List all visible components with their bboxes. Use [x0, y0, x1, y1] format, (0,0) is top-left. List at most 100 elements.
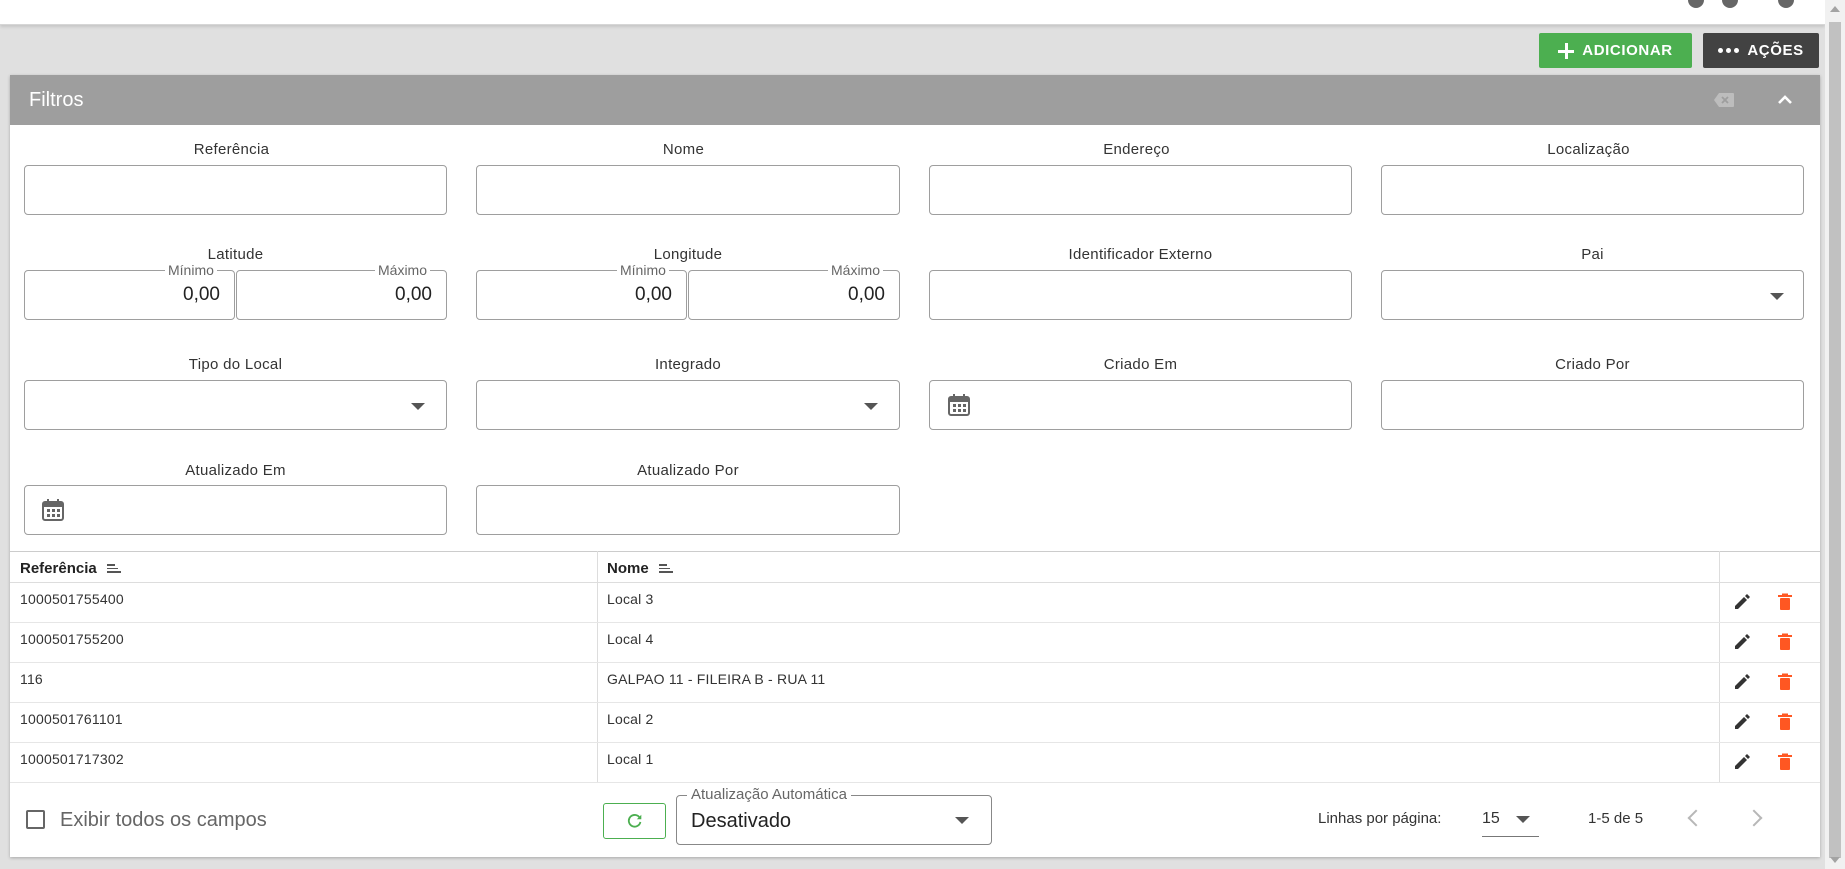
chevron-down-icon [955, 817, 969, 824]
auto-update-value: Desativado [691, 810, 792, 832]
edit-icon[interactable] [1733, 593, 1751, 611]
add-button-label: ADICIONAR [1582, 42, 1673, 59]
cell-referencia: 1000501755200 [20, 631, 124, 647]
latitude-min-legend: Mínimo [165, 262, 217, 278]
localizacao-input[interactable] [1381, 165, 1804, 215]
longitude-min-legend: Mínimo [617, 262, 669, 278]
latitude-max-value: 0,00 [395, 284, 432, 305]
edit-icon[interactable] [1733, 713, 1751, 731]
latitude-label: Latitude [207, 246, 264, 263]
criado-em-input[interactable] [929, 380, 1352, 430]
cell-referencia: 116 [20, 671, 43, 687]
latitude-min-input[interactable]: Mínimo 0,00 [24, 262, 235, 320]
latitude-min-value: 0,00 [183, 284, 220, 305]
trash-icon[interactable] [1776, 673, 1794, 691]
sort-icon[interactable] [106, 564, 121, 573]
scroll-down-icon[interactable] [1830, 857, 1840, 863]
atualizado-em-label: Atualizado Em [185, 462, 286, 479]
cell-nome: GALPAO 11 - FILEIRA B - RUA 11 [607, 671, 826, 687]
calendar-icon[interactable] [947, 393, 971, 417]
latitude-max-input[interactable]: Máximo 0,00 [236, 262, 447, 320]
chevron-down-icon [864, 403, 878, 410]
auto-update-select[interactable]: Atualização Automática Desativado [676, 786, 992, 845]
filters-title: Filtros [29, 89, 84, 111]
integrado-label: Integrado [654, 356, 722, 373]
cell-referencia: 1000501755400 [20, 591, 124, 607]
refresh-button[interactable] [603, 803, 666, 839]
edit-icon[interactable] [1733, 673, 1751, 691]
trash-icon[interactable] [1776, 633, 1794, 651]
clear-filters-icon[interactable] [1713, 92, 1735, 108]
calendar-icon[interactable] [41, 498, 65, 522]
chevron-up-icon[interactable] [1774, 89, 1796, 111]
cell-referencia: 1000501761101 [20, 711, 123, 727]
actions-button-label: AÇÕES [1747, 42, 1804, 59]
top-app-bar [0, 0, 1825, 25]
column-header-nome[interactable]: Nome [607, 560, 673, 577]
criado-por-input[interactable] [1381, 380, 1804, 430]
atualizado-por-label: Atualizado Por [637, 462, 739, 479]
edit-icon[interactable] [1733, 753, 1751, 771]
chevron-right-icon[interactable] [1745, 809, 1763, 827]
tipo-do-local-label: Tipo do Local [188, 356, 283, 373]
longitude-max-value: 0,00 [848, 284, 885, 305]
cell-nome: Local 3 [607, 591, 654, 607]
show-all-fields-checkbox[interactable] [26, 810, 45, 829]
endereco-input[interactable] [929, 165, 1352, 215]
help-icon[interactable] [1778, 0, 1794, 8]
chevron-down-icon [411, 403, 425, 410]
scrollbar[interactable] [1825, 0, 1845, 869]
trash-icon[interactable] [1776, 753, 1794, 771]
rows-per-page-label: Linhas por página: [1318, 810, 1442, 827]
pagination-range: 1-5 de 5 [1588, 810, 1644, 827]
criado-em-label: Criado Em [1103, 356, 1178, 373]
edit-icon[interactable] [1733, 633, 1751, 651]
table-row[interactable]: 1000501755400 Local 3 [10, 583, 1820, 623]
identificador-externo-input[interactable] [929, 270, 1352, 320]
trash-icon[interactable] [1776, 713, 1794, 731]
more-icon [1718, 48, 1740, 53]
refresh-icon [627, 814, 641, 828]
atualizado-por-input[interactable] [476, 485, 900, 535]
table-row[interactable]: 1000501761101 Local 2 [10, 703, 1820, 743]
sort-icon[interactable] [658, 564, 673, 573]
table-row[interactable]: 116 GALPAO 11 - FILEIRA B - RUA 11 [10, 663, 1820, 703]
rows-per-page-select[interactable]: 15 [1482, 803, 1539, 837]
plus-icon [1558, 42, 1575, 59]
longitude-min-input[interactable]: Mínimo 0,00 [476, 262, 687, 320]
localizacao-label: Localização [1547, 141, 1630, 158]
endereco-label: Endereço [1103, 141, 1170, 158]
integrado-select[interactable] [476, 380, 900, 430]
cell-referencia: 1000501717302 [20, 751, 124, 767]
nome-label: Nome [662, 141, 705, 158]
pai-label: Pai [1581, 246, 1604, 263]
table-row[interactable]: 1000501755200 Local 4 [10, 623, 1820, 663]
tipo-do-local-select[interactable] [24, 380, 447, 430]
scroll-up-icon[interactable] [1830, 6, 1840, 12]
longitude-label: Longitude [653, 246, 723, 263]
column-header-referencia[interactable]: Referência [20, 560, 121, 577]
auto-update-label: Atualização Automática [687, 786, 851, 803]
filters-card: Filtros Referência Nome Endereço Localiz… [10, 75, 1820, 857]
trash-icon[interactable] [1776, 593, 1794, 611]
add-button[interactable]: ADICIONAR [1539, 33, 1692, 68]
chevron-down-icon [1516, 816, 1530, 823]
chevron-left-icon[interactable] [1687, 809, 1705, 827]
notification-icon[interactable] [1688, 0, 1704, 8]
settings-icon[interactable] [1722, 0, 1738, 8]
latitude-max-legend: Máximo [375, 262, 431, 278]
longitude-max-legend: Máximo [828, 262, 884, 278]
cell-nome: Local 2 [607, 711, 654, 727]
referencia-input[interactable] [24, 165, 447, 215]
rows-per-page-value: 15 [1482, 810, 1500, 827]
pai-select[interactable] [1381, 270, 1804, 320]
table-row[interactable]: 1000501717302 Local 1 [10, 743, 1820, 783]
scrollbar-thumb[interactable] [1829, 22, 1841, 858]
nome-input[interactable] [476, 165, 900, 215]
cell-nome: Local 4 [607, 631, 654, 647]
filters-header[interactable]: Filtros [10, 75, 1820, 125]
actions-button[interactable]: AÇÕES [1703, 33, 1819, 68]
longitude-max-input[interactable]: Máximo 0,00 [688, 262, 900, 320]
atualizado-em-input[interactable] [24, 485, 447, 535]
show-all-fields-label[interactable]: Exibir todos os campos [60, 809, 267, 832]
